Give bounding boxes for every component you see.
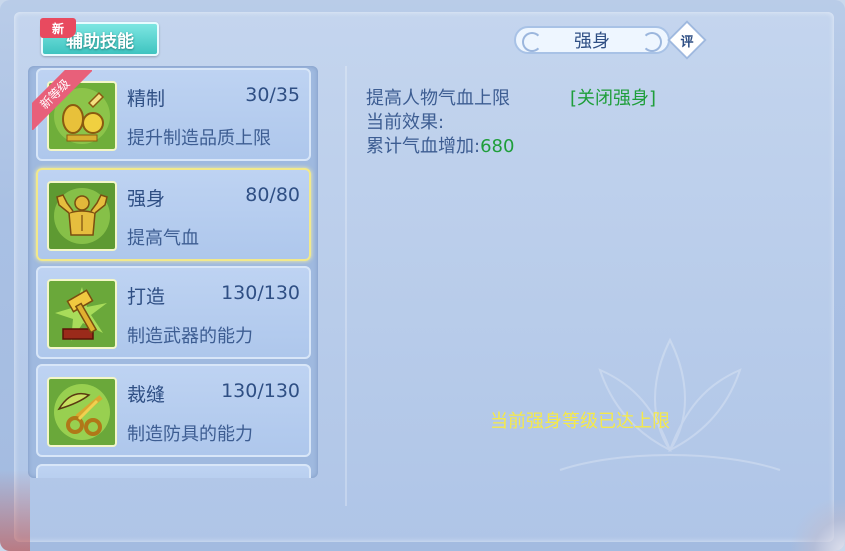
skill-level: 130/130 bbox=[221, 282, 300, 304]
hp-increase-value: 680 bbox=[480, 136, 515, 157]
max-level-message: 当前强身等级已达上限 bbox=[490, 411, 670, 432]
review-badge[interactable]: 评 bbox=[673, 26, 701, 54]
panel-divider bbox=[345, 66, 347, 506]
detail-description: 提高人物气血上限 bbox=[366, 88, 510, 109]
tailor-scissors-icon bbox=[47, 377, 117, 447]
skill-description: 提高气血 bbox=[127, 228, 199, 249]
skill-item-forge[interactable]: 打造 130/130 制造武器的能力 bbox=[36, 266, 311, 359]
corner-ornament-right bbox=[785, 500, 845, 551]
skill-name: 精制 bbox=[127, 88, 166, 110]
skill-name: 裁缝 bbox=[127, 384, 166, 406]
new-badge: 新 bbox=[40, 18, 76, 38]
detail-title: 强身 bbox=[514, 26, 670, 54]
skill-item-partial[interactable] bbox=[36, 464, 311, 478]
skill-list[interactable]: 新等级 精制 30/35 提升制造品质上限 强身 80/80 提高气血 打造 1… bbox=[28, 66, 318, 478]
close-strength-link[interactable]: [关闭强身] bbox=[570, 84, 656, 110]
new-level-label: 新等级 bbox=[32, 70, 92, 130]
hp-increase-row: 累计气血增加:680 bbox=[366, 132, 514, 158]
skill-panel: 新 辅助技能 新等级 精制 30/35 提升制造品质上限 强身 80/80 提高… bbox=[0, 0, 845, 551]
skill-description: 提升制造品质上限 bbox=[127, 128, 271, 149]
skill-item-tailor[interactable]: 裁缝 130/130 制造防具的能力 bbox=[36, 364, 311, 457]
skill-level: 130/130 bbox=[221, 380, 300, 402]
skill-description: 制造防具的能力 bbox=[127, 424, 253, 445]
skill-description: 制造武器的能力 bbox=[127, 326, 253, 347]
corner-ornament-left bbox=[0, 470, 30, 551]
current-effect-label: 当前效果: bbox=[366, 112, 445, 133]
skill-item-refine[interactable]: 新等级 精制 30/35 提升制造品质上限 bbox=[32, 68, 311, 161]
lotus-decoration bbox=[559, 337, 781, 471]
new-level-ribbon: 新等级 bbox=[32, 70, 92, 130]
hp-increase-label: 累计气血增加: bbox=[366, 136, 481, 157]
skill-item-strength[interactable]: 强身 80/80 提高气血 bbox=[36, 168, 311, 261]
skill-name: 强身 bbox=[127, 188, 166, 210]
forge-hammer-icon bbox=[47, 279, 117, 349]
skill-level: 80/80 bbox=[245, 184, 300, 206]
skill-level: 30/35 bbox=[245, 84, 300, 106]
skill-name: 打造 bbox=[127, 286, 166, 308]
strength-icon bbox=[47, 181, 117, 251]
